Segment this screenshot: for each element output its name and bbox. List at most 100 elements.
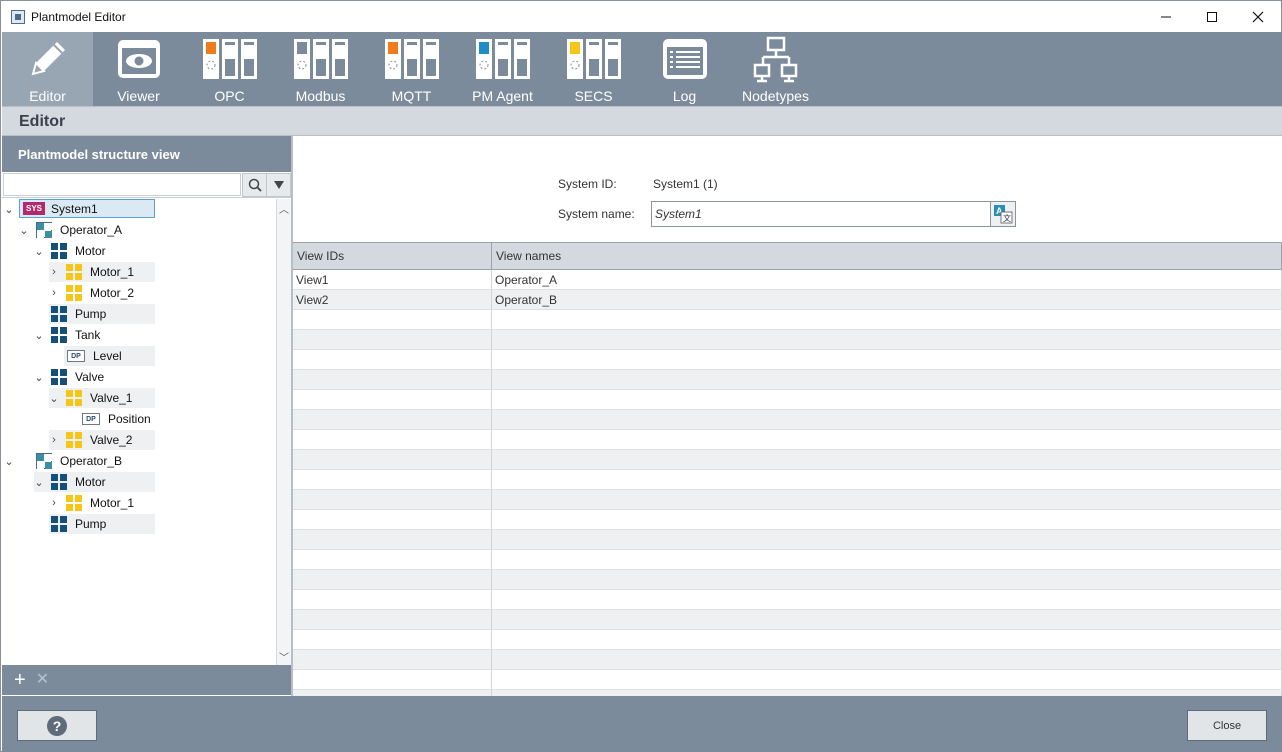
tree-node-label: System1	[51, 201, 98, 216]
window-title: Plantmodel Editor	[31, 9, 126, 24]
plantmodel-tree[interactable]: ⌄ SYS System1 ⌄ Operator_A ⌄ Motor › Mot…	[2, 199, 276, 665]
svg-text:文: 文	[1003, 213, 1011, 223]
table-header: View IDs View names	[293, 243, 1282, 270]
translate-button[interactable]: A文	[990, 201, 1016, 227]
tree-row[interactable]: › Motor_2	[49, 283, 155, 303]
tool-mqtt[interactable]: MQTT	[366, 32, 457, 106]
operator-icon	[36, 222, 52, 238]
translate-icon: A文	[994, 205, 1013, 224]
structure-panel-title: Plantmodel structure view	[2, 136, 291, 172]
tool-viewer[interactable]: Viewer	[93, 32, 184, 106]
node-type-icon	[51, 327, 67, 343]
triangle-down-icon	[273, 181, 284, 189]
tree-row[interactable]: ⌄ Tank	[34, 325, 155, 345]
table-row	[293, 450, 1282, 470]
server-rack-icon	[473, 32, 533, 86]
tool-opc[interactable]: OPC	[184, 32, 275, 106]
tree-row[interactable]: DP Position	[79, 409, 155, 429]
column-header-view-ids[interactable]: View IDs	[293, 243, 492, 269]
tool-nodetypes[interactable]: Nodetypes	[730, 32, 821, 106]
tree-row[interactable]: DP Level	[64, 346, 155, 366]
tree-row[interactable]: › Motor_1	[49, 262, 155, 282]
search-button[interactable]	[242, 173, 267, 197]
chevron-down-icon[interactable]: ⌄	[34, 329, 44, 342]
tree-node-label: Position	[108, 412, 151, 426]
system-id-label: System ID:	[558, 177, 617, 191]
tree-row[interactable]: ⌄ Valve_1	[49, 388, 155, 408]
chevron-right-icon[interactable]: ›	[49, 434, 59, 446]
tree-row[interactable]: Pump	[49, 514, 155, 534]
tree-row[interactable]: ⌄ Operator_A	[19, 220, 155, 240]
chevron-down-icon[interactable]: ⌄	[4, 203, 14, 216]
chevron-right-icon[interactable]: ›	[49, 497, 59, 509]
app-icon	[11, 9, 25, 24]
node-type-icon	[51, 369, 67, 385]
tool-secs[interactable]: SECS	[548, 32, 639, 106]
tree-row[interactable]: ⌄ Operator_B	[4, 451, 155, 471]
table-cell[interactable]: View1	[293, 270, 492, 289]
node-type-icon	[51, 306, 67, 322]
table-row[interactable]: View2 Operator_B	[293, 290, 1282, 310]
tree-row[interactable]: › Motor_1	[49, 493, 155, 513]
minimize-icon[interactable]	[1143, 1, 1189, 32]
tree-row[interactable]: ⌄ SYS System1	[2, 199, 276, 219]
tree-row[interactable]: ⌄ Motor	[34, 241, 155, 261]
table-row	[293, 410, 1282, 430]
structure-panel: Plantmodel structure view ⌄ SYS System1 …	[2, 136, 291, 696]
table-row[interactable]: View1 Operator_A	[293, 270, 1282, 290]
chevron-down-icon[interactable]: ⌄	[34, 476, 44, 489]
close-icon[interactable]	[1235, 1, 1281, 32]
tree-scrollbar[interactable]: ︿ ﹀	[276, 199, 291, 665]
tool-pm-agent[interactable]: PM Agent	[457, 32, 548, 106]
help-button[interactable]: ?	[17, 710, 97, 741]
maximize-icon[interactable]	[1189, 1, 1235, 32]
add-node-button[interactable]: +	[14, 670, 26, 690]
detail-panel: System ID: System1 (1) System name: Syst…	[293, 136, 1282, 696]
table-row	[293, 390, 1282, 410]
tool-modbus[interactable]: Modbus	[275, 32, 366, 106]
table-body: View1 Operator_A View2 Operator_B	[293, 270, 1282, 696]
tree-node-label: Motor	[75, 475, 106, 489]
tree-node-label: Motor_2	[90, 286, 135, 300]
tree-row[interactable]: › Valve_2	[49, 430, 155, 450]
table-cell[interactable]: View2	[293, 290, 492, 309]
tree-node-label: Motor_1	[90, 265, 135, 279]
system-name-input[interactable]: System1	[651, 201, 991, 227]
tree-node-label: Valve	[75, 370, 105, 384]
chevron-down-icon[interactable]: ⌄	[34, 371, 44, 384]
tree-row[interactable]: ⌄ Valve	[34, 367, 155, 387]
column-header-view-names[interactable]: View names	[492, 243, 1282, 269]
table-cell[interactable]: Operator_A	[492, 270, 1282, 289]
tool-log[interactable]: Log	[639, 32, 730, 106]
table-row	[293, 510, 1282, 530]
chevron-down-icon[interactable]: ⌄	[49, 392, 59, 405]
node-instance-icon	[66, 285, 82, 301]
tree-row[interactable]: ⌄ Motor	[34, 472, 155, 492]
remove-node-button[interactable]: ✕	[36, 670, 49, 690]
chevron-down-icon[interactable]: ⌄	[34, 245, 44, 258]
help-icon: ?	[47, 715, 67, 736]
chevron-right-icon[interactable]: ›	[49, 287, 59, 299]
system-name-label: System name:	[558, 207, 635, 221]
table-cell[interactable]: Operator_B	[492, 290, 1282, 309]
chevron-down-icon[interactable]: ⌄	[4, 455, 14, 468]
table-row	[293, 550, 1282, 570]
chevron-down-icon[interactable]: ⌄	[19, 224, 29, 237]
datapoint-icon: DP	[82, 413, 100, 425]
search-options-button[interactable]	[266, 173, 291, 197]
network-tree-icon	[746, 32, 806, 86]
table-row	[293, 590, 1282, 610]
tree-node-label: Motor	[75, 244, 106, 258]
tool-editor[interactable]: Editor	[2, 32, 93, 106]
chevron-right-icon[interactable]: ›	[49, 266, 59, 278]
tree-search-input[interactable]	[3, 173, 241, 196]
tree-node-label: Valve_1	[90, 391, 133, 405]
scroll-down-icon[interactable]: ﹀	[277, 649, 291, 664]
table-row	[293, 530, 1282, 550]
node-instance-icon	[66, 432, 82, 448]
table-row	[293, 610, 1282, 630]
server-rack-icon	[382, 32, 442, 86]
close-button[interactable]: Close	[1187, 710, 1267, 741]
scroll-up-icon[interactable]: ︿	[277, 201, 291, 216]
tree-row[interactable]: Pump	[49, 304, 155, 324]
